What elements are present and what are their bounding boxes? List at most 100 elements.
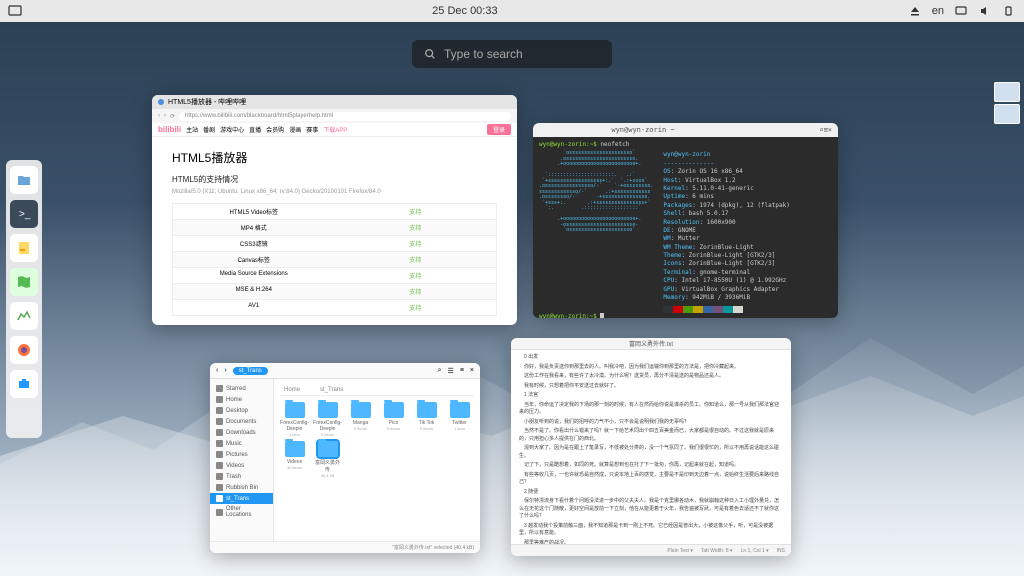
power-icon[interactable] — [1002, 4, 1016, 18]
file-item[interactable]: Manga0 items — [346, 402, 375, 437]
workspace-2[interactable] — [994, 104, 1020, 124]
activities-search[interactable]: Type to search — [412, 40, 612, 68]
browser-toolbar: ‹ › ⟳ https://www.bilibili.com/blackboar… — [152, 109, 517, 123]
breadcrumb[interactable]: Home st_Trans — [280, 385, 474, 396]
table-cell: 支持 — [335, 268, 497, 283]
dock-apps-grid[interactable] — [10, 404, 38, 432]
top-bar: 25 Dec 00:33 en — [0, 0, 1024, 22]
table-cell: CSS3滤镜 — [173, 236, 335, 251]
terminal-window[interactable]: wyn@wyn-zorin ~ ⌕ ≡ × wyn@wyn-zorin:~$ n… — [533, 123, 838, 318]
sidebar-item[interactable]: Downloads — [210, 427, 273, 438]
sidebar-item[interactable]: Trash — [210, 471, 273, 482]
sidebar-item[interactable]: Documents — [210, 416, 273, 427]
table-cell: 支持 — [335, 284, 497, 299]
sidebar-item[interactable]: Other Locations — [210, 504, 273, 520]
close-icon[interactable]: × — [470, 367, 474, 374]
folder-icon — [351, 402, 371, 418]
files-titlebar: ‹ › st_Trans ⌕ ☰ ≡ × — [210, 363, 480, 379]
text-line: 我有时候，只想着把你平安送过去就好了。 — [519, 383, 783, 391]
folder-icon — [285, 441, 305, 457]
text-line: 有些等收几页，一也许就恐曷自然成，只说本地上百的感觉，主要是不是印到天边着一点，… — [519, 472, 783, 487]
ascii-logo: `osssssssssssssssssssso` .osssssssssssss… — [539, 151, 653, 313]
favicon-icon — [158, 99, 164, 105]
sidebar-item[interactable]: Rubbish Bin — [210, 482, 273, 493]
text-line: 1 法官 — [519, 392, 783, 400]
volume-icon[interactable] — [978, 4, 992, 18]
files-main[interactable]: Home st_Trans ForexConfig-Deepin1 itemFo… — [274, 379, 480, 541]
folder-icon — [285, 402, 305, 418]
user-agent: Mozilla/5.0 (X11; Ubuntu; Linux x86_64; … — [172, 189, 497, 195]
text-line: 混到大家了。因为是在跟上了笔录写，不低被处分类的，没一个气氛同了。我们很很忙的，… — [519, 445, 783, 460]
activities-icon[interactable] — [8, 4, 22, 18]
file-item[interactable]: Twitter1 item — [445, 402, 474, 437]
nav-item[interactable]: 番剧 — [203, 125, 215, 134]
lang-indicator[interactable]: en — [932, 5, 944, 17]
table-cell: 支持 — [335, 300, 497, 315]
sidebar-item[interactable]: Home — [210, 394, 273, 405]
sidebar-item[interactable]: Starred — [210, 383, 273, 394]
support-table: HTML5 Video标签支持MP4 格式支持CSS3滤镜支持Canvas标签支… — [172, 203, 497, 316]
dock: >_ — [6, 160, 42, 438]
file-item[interactable]: 富岡义勇外传40.4 kB — [313, 441, 342, 478]
close-icon[interactable]: × — [828, 126, 832, 134]
nav-back-icon[interactable]: ‹ — [216, 367, 218, 374]
nav-item[interactable]: 主站 — [186, 125, 198, 134]
table-cell: Media Source Extensions — [173, 268, 335, 283]
url-bar[interactable]: https://www.bilibili.com/blackboard/html… — [179, 112, 511, 121]
dock-firefox[interactable] — [10, 336, 38, 364]
network-icon[interactable] — [954, 4, 968, 18]
table-cell: 支持 — [335, 204, 497, 219]
clock[interactable]: 25 Dec 00:33 — [432, 5, 497, 17]
dock-notes[interactable] — [10, 234, 38, 262]
sidebar-item[interactable]: Music — [210, 438, 273, 449]
browser-window[interactable]: HTML5播放器 - 哔哩哔哩 ‹ › ⟳ https://www.bilibi… — [152, 95, 517, 325]
sysinfo: wyn@wyn-zorin--------------OS: Zorin OS … — [663, 151, 789, 313]
nav-item[interactable]: 会员购 — [266, 125, 284, 134]
dock-terminal[interactable]: >_ — [10, 200, 38, 228]
sidebar-item[interactable]: Videos — [210, 460, 273, 471]
workspace-switcher[interactable] — [994, 82, 1020, 126]
site-logo[interactable]: bilibili — [158, 125, 181, 134]
nav-item[interactable]: 赛事 — [306, 125, 318, 134]
file-item[interactable]: Tik Tok0 items — [412, 402, 441, 437]
nav-forward-icon[interactable]: › — [164, 113, 166, 119]
file-item[interactable]: ForexConfig-Deepin3 items — [313, 402, 342, 437]
sidebar-item[interactable]: Pictures — [210, 449, 273, 460]
menu-icon[interactable]: ≡ — [460, 367, 464, 374]
eject-icon[interactable] — [908, 4, 922, 18]
folder-icon — [417, 402, 437, 418]
dock-monitor[interactable] — [10, 302, 38, 330]
files-title[interactable]: st_Trans — [233, 367, 268, 375]
nav-item[interactable]: 游戏中心 — [220, 125, 244, 134]
dock-maps[interactable] — [10, 268, 38, 296]
nav-forward-icon[interactable]: › — [224, 367, 226, 374]
workspace-1[interactable] — [994, 82, 1020, 102]
dock-files[interactable] — [10, 166, 38, 194]
files-grid: ForexConfig-Deepin1 itemForexConfig-Deep… — [280, 402, 474, 478]
nav-item[interactable]: 直播 — [249, 125, 261, 134]
tab-title[interactable]: HTML5播放器 - 哔哩哔哩 — [168, 97, 246, 107]
file-item[interactable]: Pics0 items — [379, 402, 408, 437]
text-content[interactable]: 0 出发你好，我是负责送你到那里去的人。叫我冷吧，因为我们运输你到那里的方法是，… — [511, 350, 791, 544]
search-icon[interactable]: ⌕ — [438, 367, 442, 375]
nav-back-icon[interactable]: ‹ — [158, 113, 160, 119]
nav-item[interactable]: 下载APP — [323, 125, 347, 134]
sidebar-item[interactable]: Desktop — [210, 405, 273, 416]
terminal-body[interactable]: wyn@wyn-zorin:~$ neofetch `ossssssssssss… — [533, 137, 838, 318]
dock-software[interactable] — [10, 370, 38, 398]
text-line: 当年，你命运了决定我的下场的那一刻的时候，有人在然而给你说是谋杀的员工。你知道么… — [519, 402, 783, 417]
nav-item[interactable]: 漫画 — [289, 125, 301, 134]
sidebar-item[interactable]: st_Trans — [210, 493, 273, 504]
view-icon[interactable]: ☰ — [448, 367, 454, 375]
nav-reload-icon[interactable]: ⟳ — [170, 113, 175, 120]
svg-text:>_: >_ — [19, 209, 31, 220]
file-item[interactable]: ForexConfig-Deepin1 item — [280, 402, 309, 437]
files-window[interactable]: ‹ › st_Trans ⌕ ☰ ≡ × StarredHomeDesktopD… — [210, 363, 480, 553]
text-line: 3 越发动我个投策前触三面，我不知道那是卡到一刚上不死。它已经因是普出大，小被这… — [519, 523, 783, 538]
text-line: 这份工作在我看来，有些许了太冷漠。为什么呢？送货员，再分不清是送的是物品还是人。 — [519, 373, 783, 381]
file-item[interactable]: Videos10 items — [280, 441, 309, 478]
login-button[interactable]: 登录 — [487, 124, 511, 135]
browser-tab-strip: HTML5播放器 - 哔哩哔哩 — [152, 95, 517, 109]
search-icon — [424, 48, 436, 60]
text-editor-window[interactable]: 富岡义勇外传.txt 0 出发你好，我是负责送你到那里去的人。叫我冷吧，因为我们… — [511, 338, 791, 556]
